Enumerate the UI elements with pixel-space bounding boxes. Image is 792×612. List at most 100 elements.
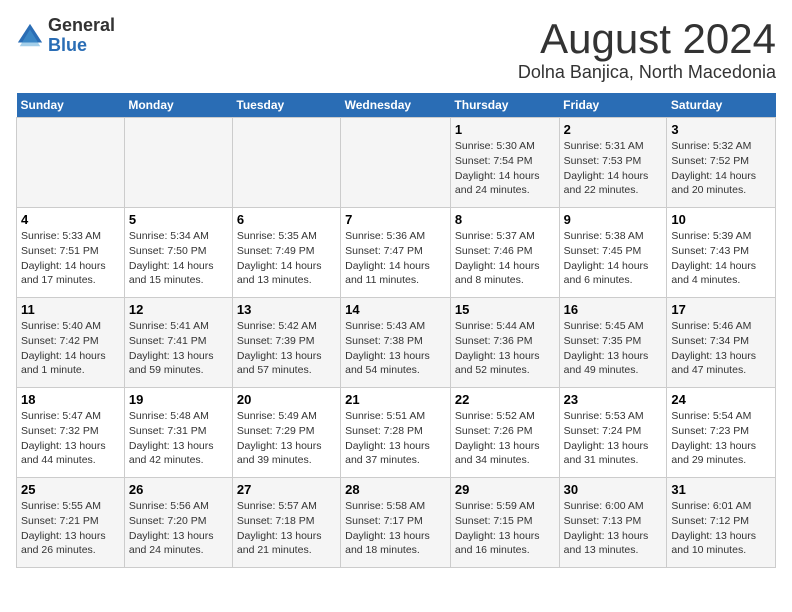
day-number: 31: [671, 482, 771, 497]
logo-icon: [16, 22, 44, 50]
calendar-cell: 8 Sunrise: 5:37 AM Sunset: 7:46 PM Daylig…: [450, 208, 559, 298]
day-info: Sunrise: 5:38 AM Sunset: 7:45 PM Dayligh…: [564, 229, 663, 288]
day-info: Sunrise: 5:31 AM Sunset: 7:53 PM Dayligh…: [564, 139, 663, 198]
logo: General Blue: [16, 16, 115, 56]
day-header-thursday: Thursday: [450, 93, 559, 118]
day-number: 16: [564, 302, 663, 317]
day-number: 10: [671, 212, 771, 227]
calendar-table: SundayMondayTuesdayWednesdayThursdayFrid…: [16, 93, 776, 568]
day-info: Sunrise: 5:58 AM Sunset: 7:17 PM Dayligh…: [345, 499, 446, 558]
day-info: Sunrise: 5:30 AM Sunset: 7:54 PM Dayligh…: [455, 139, 555, 198]
calendar-cell: 23 Sunrise: 5:53 AM Sunset: 7:24 PM Dayli…: [559, 388, 667, 478]
calendar-cell: 2 Sunrise: 5:31 AM Sunset: 7:53 PM Daylig…: [559, 118, 667, 208]
calendar-cell: 14 Sunrise: 5:43 AM Sunset: 7:38 PM Dayli…: [341, 298, 451, 388]
calendar-cell: 16 Sunrise: 5:45 AM Sunset: 7:35 PM Dayli…: [559, 298, 667, 388]
day-number: 27: [237, 482, 336, 497]
calendar-cell: 17 Sunrise: 5:46 AM Sunset: 7:34 PM Dayli…: [667, 298, 776, 388]
day-number: 21: [345, 392, 446, 407]
day-number: 7: [345, 212, 446, 227]
calendar-cell: 25 Sunrise: 5:55 AM Sunset: 7:21 PM Dayli…: [17, 478, 125, 568]
calendar-cell: 6 Sunrise: 5:35 AM Sunset: 7:49 PM Daylig…: [232, 208, 340, 298]
day-info: Sunrise: 5:55 AM Sunset: 7:21 PM Dayligh…: [21, 499, 120, 558]
day-info: Sunrise: 5:57 AM Sunset: 7:18 PM Dayligh…: [237, 499, 336, 558]
day-number: 3: [671, 122, 771, 137]
day-info: Sunrise: 5:48 AM Sunset: 7:31 PM Dayligh…: [129, 409, 228, 468]
day-number: 11: [21, 302, 120, 317]
calendar-cell: 4 Sunrise: 5:33 AM Sunset: 7:51 PM Daylig…: [17, 208, 125, 298]
day-number: 2: [564, 122, 663, 137]
sub-title: Dolna Banjica, North Macedonia: [518, 62, 776, 83]
calendar-cell: [232, 118, 340, 208]
day-info: Sunrise: 5:35 AM Sunset: 7:49 PM Dayligh…: [237, 229, 336, 288]
day-info: Sunrise: 5:52 AM Sunset: 7:26 PM Dayligh…: [455, 409, 555, 468]
calendar-cell: 18Sunrise: 5:47 AM Sunset: 7:32 PM Dayli…: [17, 388, 125, 478]
day-number: 25: [21, 482, 120, 497]
calendar-cell: 24 Sunrise: 5:54 AM Sunset: 7:23 PM Dayli…: [667, 388, 776, 478]
day-info: Sunrise: 5:40 AM Sunset: 7:42 PM Dayligh…: [21, 319, 120, 378]
day-number: 12: [129, 302, 228, 317]
calendar-week-row: 25 Sunrise: 5:55 AM Sunset: 7:21 PM Dayli…: [17, 478, 776, 568]
day-number: 4: [21, 212, 120, 227]
day-info: Sunrise: 5:33 AM Sunset: 7:51 PM Dayligh…: [21, 229, 120, 288]
day-number: 5: [129, 212, 228, 227]
calendar-cell: 27 Sunrise: 5:57 AM Sunset: 7:18 PM Dayli…: [232, 478, 340, 568]
day-info: Sunrise: 5:34 AM Sunset: 7:50 PM Dayligh…: [129, 229, 228, 288]
main-title: August 2024: [518, 16, 776, 62]
day-number: 1: [455, 122, 555, 137]
day-info: Sunrise: 5:41 AM Sunset: 7:41 PM Dayligh…: [129, 319, 228, 378]
calendar-cell: 12 Sunrise: 5:41 AM Sunset: 7:41 PM Dayli…: [124, 298, 232, 388]
day-number: 29: [455, 482, 555, 497]
day-info: Sunrise: 5:54 AM Sunset: 7:23 PM Dayligh…: [671, 409, 771, 468]
calendar-header-row: SundayMondayTuesdayWednesdayThursdayFrid…: [17, 93, 776, 118]
logo-blue-text: Blue: [48, 36, 115, 56]
day-info: Sunrise: 5:43 AM Sunset: 7:38 PM Dayligh…: [345, 319, 446, 378]
day-number: 6: [237, 212, 336, 227]
calendar-cell: 1 Sunrise: 5:30 AM Sunset: 7:54 PM Daylig…: [450, 118, 559, 208]
day-number: 23: [564, 392, 663, 407]
calendar-cell: 9 Sunrise: 5:38 AM Sunset: 7:45 PM Daylig…: [559, 208, 667, 298]
calendar-week-row: 18Sunrise: 5:47 AM Sunset: 7:32 PM Dayli…: [17, 388, 776, 478]
calendar-cell: 28Sunrise: 5:58 AM Sunset: 7:17 PM Dayli…: [341, 478, 451, 568]
day-info: Sunrise: 5:46 AM Sunset: 7:34 PM Dayligh…: [671, 319, 771, 378]
day-info: Sunrise: 5:45 AM Sunset: 7:35 PM Dayligh…: [564, 319, 663, 378]
day-info: Sunrise: 5:39 AM Sunset: 7:43 PM Dayligh…: [671, 229, 771, 288]
calendar-cell: 30 Sunrise: 6:00 AM Sunset: 7:13 PM Dayli…: [559, 478, 667, 568]
day-info: Sunrise: 5:53 AM Sunset: 7:24 PM Dayligh…: [564, 409, 663, 468]
calendar-cell: [17, 118, 125, 208]
day-info: Sunrise: 6:00 AM Sunset: 7:13 PM Dayligh…: [564, 499, 663, 558]
calendar-cell: 19 Sunrise: 5:48 AM Sunset: 7:31 PM Dayli…: [124, 388, 232, 478]
calendar-cell: 11 Sunrise: 5:40 AM Sunset: 7:42 PM Dayli…: [17, 298, 125, 388]
day-number: 24: [671, 392, 771, 407]
calendar-week-row: 1 Sunrise: 5:30 AM Sunset: 7:54 PM Daylig…: [17, 118, 776, 208]
calendar-cell: 21 Sunrise: 5:51 AM Sunset: 7:28 PM Dayli…: [341, 388, 451, 478]
calendar-cell: 3Sunrise: 5:32 AM Sunset: 7:52 PM Daylig…: [667, 118, 776, 208]
day-number: 14: [345, 302, 446, 317]
page-header: General Blue August 2024 Dolna Banjica, …: [16, 16, 776, 83]
day-number: 13: [237, 302, 336, 317]
calendar-cell: 13Sunrise: 5:42 AM Sunset: 7:39 PM Dayli…: [232, 298, 340, 388]
day-header-saturday: Saturday: [667, 93, 776, 118]
calendar-cell: 10 Sunrise: 5:39 AM Sunset: 7:43 PM Dayli…: [667, 208, 776, 298]
calendar-cell: 5 Sunrise: 5:34 AM Sunset: 7:50 PM Daylig…: [124, 208, 232, 298]
day-info: Sunrise: 5:36 AM Sunset: 7:47 PM Dayligh…: [345, 229, 446, 288]
day-info: Sunrise: 5:51 AM Sunset: 7:28 PM Dayligh…: [345, 409, 446, 468]
day-number: 8: [455, 212, 555, 227]
day-info: Sunrise: 5:49 AM Sunset: 7:29 PM Dayligh…: [237, 409, 336, 468]
day-number: 30: [564, 482, 663, 497]
day-header-sunday: Sunday: [17, 93, 125, 118]
day-number: 9: [564, 212, 663, 227]
day-number: 15: [455, 302, 555, 317]
day-info: Sunrise: 6:01 AM Sunset: 7:12 PM Dayligh…: [671, 499, 771, 558]
title-block: August 2024 Dolna Banjica, North Macedon…: [518, 16, 776, 83]
day-number: 26: [129, 482, 228, 497]
calendar-cell: 15Sunrise: 5:44 AM Sunset: 7:36 PM Dayli…: [450, 298, 559, 388]
day-number: 17: [671, 302, 771, 317]
day-header-wednesday: Wednesday: [341, 93, 451, 118]
day-number: 19: [129, 392, 228, 407]
day-number: 22: [455, 392, 555, 407]
calendar-week-row: 4 Sunrise: 5:33 AM Sunset: 7:51 PM Daylig…: [17, 208, 776, 298]
day-info: Sunrise: 5:37 AM Sunset: 7:46 PM Dayligh…: [455, 229, 555, 288]
calendar-cell: [341, 118, 451, 208]
day-info: Sunrise: 5:47 AM Sunset: 7:32 PM Dayligh…: [21, 409, 120, 468]
logo-general-text: General: [48, 16, 115, 36]
